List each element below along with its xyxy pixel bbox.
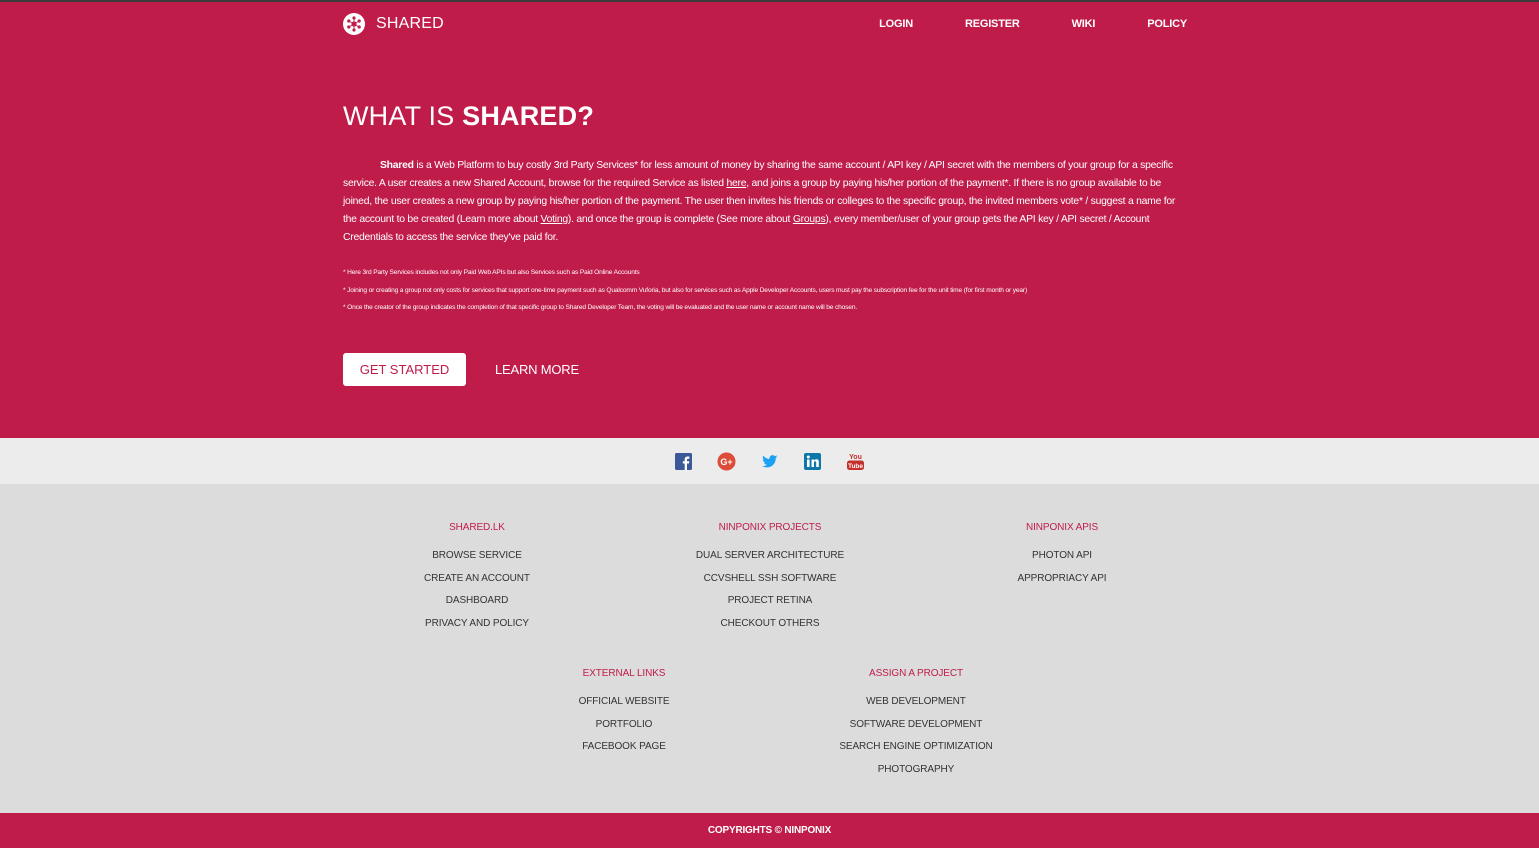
- footer-link[interactable]: PHOTOGRAPHY: [786, 759, 1046, 782]
- nav-register-link[interactable]: REGISTER: [965, 18, 1020, 30]
- footer-link[interactable]: BROWSE SERVICE: [347, 545, 607, 568]
- footer-link[interactable]: PROJECT RETINA: [640, 590, 900, 613]
- footer-column-title: ASSIGN A PROJECT: [869, 668, 963, 679]
- footer-link[interactable]: CREATE AN ACCOUNT: [347, 568, 607, 591]
- navbar: SHARED LOGIN REGISTER WIKI POLICY: [343, 2, 1198, 46]
- facebook-icon[interactable]: [673, 451, 694, 472]
- footer-link[interactable]: SOFTWARE DEVELOPMENT: [786, 714, 1046, 737]
- footnote: * Here 3rd Party Services includes not o…: [343, 269, 640, 276]
- nav-policy-link[interactable]: POLICY: [1147, 18, 1187, 30]
- hero-actions: GET STARTED LEARN MORE: [343, 352, 1198, 386]
- footer-column-ninponix-apis: NINPONIX APIS PHOTON API APPROPRIACY API: [932, 522, 1192, 590]
- nav-login-link[interactable]: LOGIN: [879, 18, 913, 30]
- footnote: * Once the creator of the group indicate…: [343, 304, 858, 311]
- svg-text:G+: G+: [720, 457, 732, 467]
- footer-link[interactable]: WEB DEVELOPMENT: [786, 691, 1046, 714]
- footer-link[interactable]: DUAL SERVER ARCHITECTURE: [640, 545, 900, 568]
- desc-bold-word: Shared: [380, 160, 414, 171]
- footer-link[interactable]: APPROPRIACY API: [932, 568, 1192, 591]
- title-prefix: WHAT IS: [343, 101, 463, 131]
- footer-column-title: EXTERNAL LINKS: [582, 668, 666, 679]
- copyright-text: COPYRIGHTS © NINPONIX: [707, 825, 832, 836]
- svg-text:You: You: [849, 454, 862, 461]
- description: Shared is a Web Platform to buy costly 3…: [343, 157, 1188, 247]
- footer-link[interactable]: SEARCH ENGINE OPTIMIZATION: [786, 736, 1046, 759]
- copyright-bar: COPYRIGHTS © NINPONIX: [0, 813, 1539, 848]
- footer-link[interactable]: CCVSHELL SSH SOFTWARE: [640, 568, 900, 591]
- footer-link[interactable]: DASHBOARD: [347, 590, 607, 613]
- desc-part-3: ). and once the group is complete (See m…: [567, 214, 793, 225]
- footer-link[interactable]: CHECKOUT OTHERS: [640, 613, 900, 636]
- footer-column-external-links: EXTERNAL LINKS OFFICIAL WEBSITE PORTFOLI…: [494, 668, 754, 759]
- brand[interactable]: SHARED: [343, 13, 444, 35]
- title-bold: SHARED?: [462, 101, 595, 131]
- nav-wiki-link[interactable]: WIKI: [1072, 18, 1096, 30]
- footer-link[interactable]: PORTFOLIO: [494, 714, 754, 737]
- footnotes: * Here 3rd Party Services includes not o…: [343, 264, 1198, 317]
- here-link[interactable]: here: [726, 178, 746, 189]
- footer-links: SHARED.LK BROWSE SERVICE CREATE AN ACCOU…: [0, 484, 1539, 813]
- page-title: WHAT IS SHARED?: [343, 101, 1198, 132]
- social-bar: G+ You Tube: [0, 438, 1539, 484]
- nav-links: LOGIN REGISTER WIKI POLICY: [827, 18, 1187, 30]
- footer-column-title: NINPONIX APIS: [1025, 522, 1099, 533]
- footer-column-ninponix-projects: NINPONIX PROJECTS DUAL SERVER ARCHITECTU…: [640, 522, 900, 636]
- footer-link[interactable]: OFFICIAL WEBSITE: [494, 691, 754, 714]
- hero-section: SHARED LOGIN REGISTER WIKI POLICY WHAT I…: [0, 2, 1539, 438]
- youtube-icon[interactable]: You Tube: [845, 451, 866, 472]
- learn-more-button[interactable]: LEARN MORE: [495, 362, 579, 377]
- footer-column-assign-project: ASSIGN A PROJECT WEB DEVELOPMENT SOFTWAR…: [786, 668, 1046, 782]
- twitter-icon[interactable]: [759, 451, 780, 472]
- footer-link[interactable]: PHOTON API: [932, 545, 1192, 568]
- svg-text:Tube: Tube: [848, 463, 863, 470]
- linkedin-icon[interactable]: [802, 451, 823, 472]
- get-started-button[interactable]: GET STARTED: [343, 352, 466, 386]
- footer-link[interactable]: PRIVACY AND POLICY: [347, 613, 607, 636]
- google-plus-icon[interactable]: G+: [716, 451, 737, 472]
- footer-column-shared: SHARED.LK BROWSE SERVICE CREATE AN ACCOU…: [347, 522, 607, 636]
- voting-link[interactable]: Voting: [541, 214, 569, 225]
- groups-link[interactable]: Groups: [793, 214, 826, 225]
- brand-name: SHARED: [376, 15, 444, 32]
- footer-column-title: SHARED.LK: [449, 522, 505, 533]
- footnote: * Joining or creating a group not only c…: [343, 286, 1028, 294]
- footer-link[interactable]: FACEBOOK PAGE: [494, 736, 754, 759]
- footer-column-title: NINPONIX PROJECTS: [718, 522, 822, 533]
- shared-logo-icon: [343, 13, 365, 35]
